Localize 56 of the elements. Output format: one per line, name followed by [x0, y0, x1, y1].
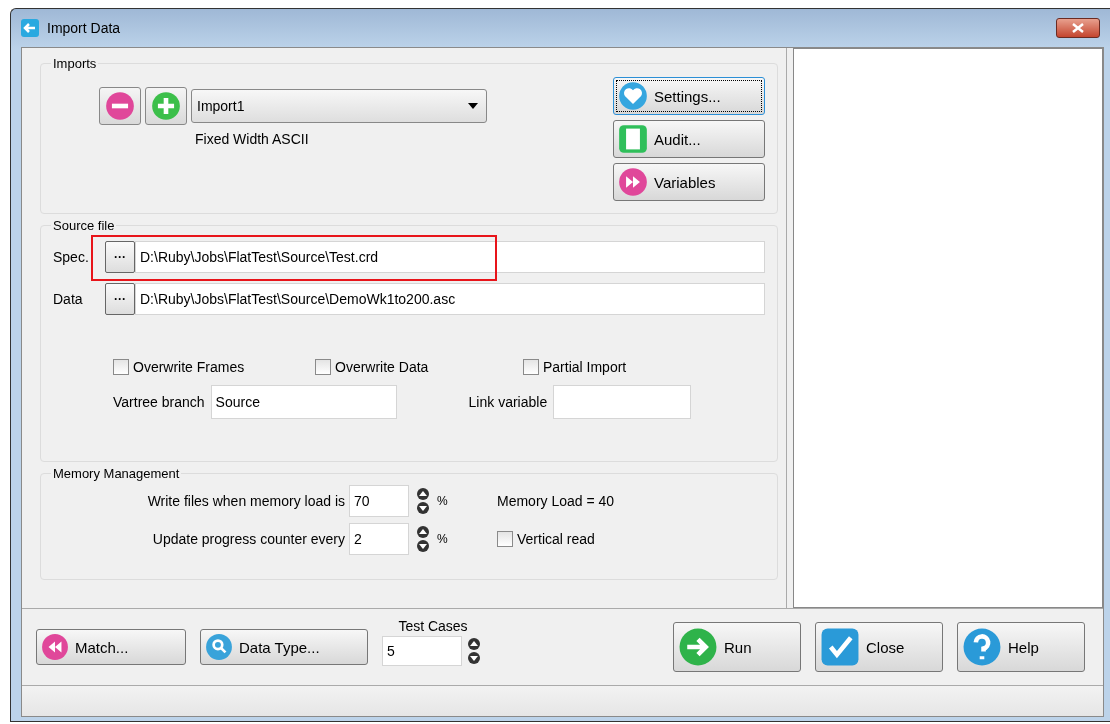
dialog-button[interactable]: Close	[815, 622, 943, 672]
page-icon	[618, 124, 648, 154]
checkbox[interactable]	[497, 531, 513, 547]
field-label: Vartree branch	[113, 394, 205, 410]
checkbox[interactable]	[523, 359, 539, 375]
file-path-field[interactable]: D:\Ruby\Jobs\FlatTest\Source\Test.crd	[135, 241, 765, 273]
minus-icon	[105, 91, 135, 121]
link-variable-field[interactable]	[553, 385, 692, 419]
caret-icon	[468, 103, 478, 109]
dialog-button[interactable]: Variables	[613, 163, 765, 201]
window-title: Import Data	[47, 20, 122, 36]
fast-forward-icon	[618, 167, 648, 197]
dialog-button[interactable]: Settings...	[613, 77, 765, 115]
field-label: Data	[53, 291, 84, 307]
checkbox-option[interactable]: Vertical read	[497, 531, 595, 547]
back-arrow-icon	[21, 19, 39, 37]
group-label: Source file	[52, 218, 116, 233]
group-label: Imports	[52, 56, 98, 71]
dialog-button[interactable]: Data Type...	[200, 629, 368, 665]
unit-label: %	[437, 532, 449, 546]
checkbox[interactable]	[113, 359, 129, 375]
checkbox-option[interactable]: Overwrite Frames	[113, 359, 309, 375]
import-dropdown[interactable]: Import1	[191, 89, 487, 123]
help-icon	[962, 627, 1002, 667]
memory-load-label: Memory Load = 40	[497, 493, 615, 509]
file-path-field[interactable]: D:\Ruby\Jobs\FlatTest\Source\DemoWk1to200.asc	[135, 283, 765, 315]
unit-label: %	[437, 494, 449, 508]
remove-button[interactable]	[99, 87, 141, 125]
checkmark-icon	[820, 627, 860, 667]
dialog-button[interactable]: Help	[957, 622, 1085, 672]
arrow-right-icon	[678, 627, 718, 667]
checkbox-option[interactable]: Partial Import	[523, 359, 723, 375]
checkbox-option[interactable]: Overwrite Data	[315, 359, 517, 375]
field-label: Test Cases	[397, 618, 469, 634]
number-field[interactable]: 5	[382, 636, 462, 666]
plus-icon	[151, 91, 181, 121]
dialog-button[interactable]: Match...	[36, 629, 186, 665]
search-icon	[205, 633, 233, 661]
number-field[interactable]: 70	[349, 485, 409, 517]
field-label: Write files when memory load is	[146, 493, 345, 509]
field-label: Link variable	[468, 394, 548, 410]
browse-button[interactable]: ···	[105, 283, 135, 315]
number-field[interactable]: 2	[349, 523, 409, 555]
close-icon	[1071, 23, 1085, 33]
field-label: Update progress counter every	[151, 531, 345, 547]
group-label: Memory Management	[52, 466, 181, 481]
browse-button[interactable]: ···	[105, 241, 135, 273]
add-button[interactable]	[145, 87, 187, 125]
dialog-button[interactable]: Audit...	[613, 120, 765, 158]
checkbox[interactable]	[315, 359, 331, 375]
import-type-label: Fixed Width ASCII	[195, 131, 310, 147]
rewind-icon	[41, 633, 69, 661]
vartree-branch-field[interactable]: Source	[210, 385, 397, 419]
field-label: Spec.	[53, 249, 90, 265]
dialog-button[interactable]: Run	[673, 622, 801, 672]
close-button[interactable]	[1056, 18, 1100, 38]
